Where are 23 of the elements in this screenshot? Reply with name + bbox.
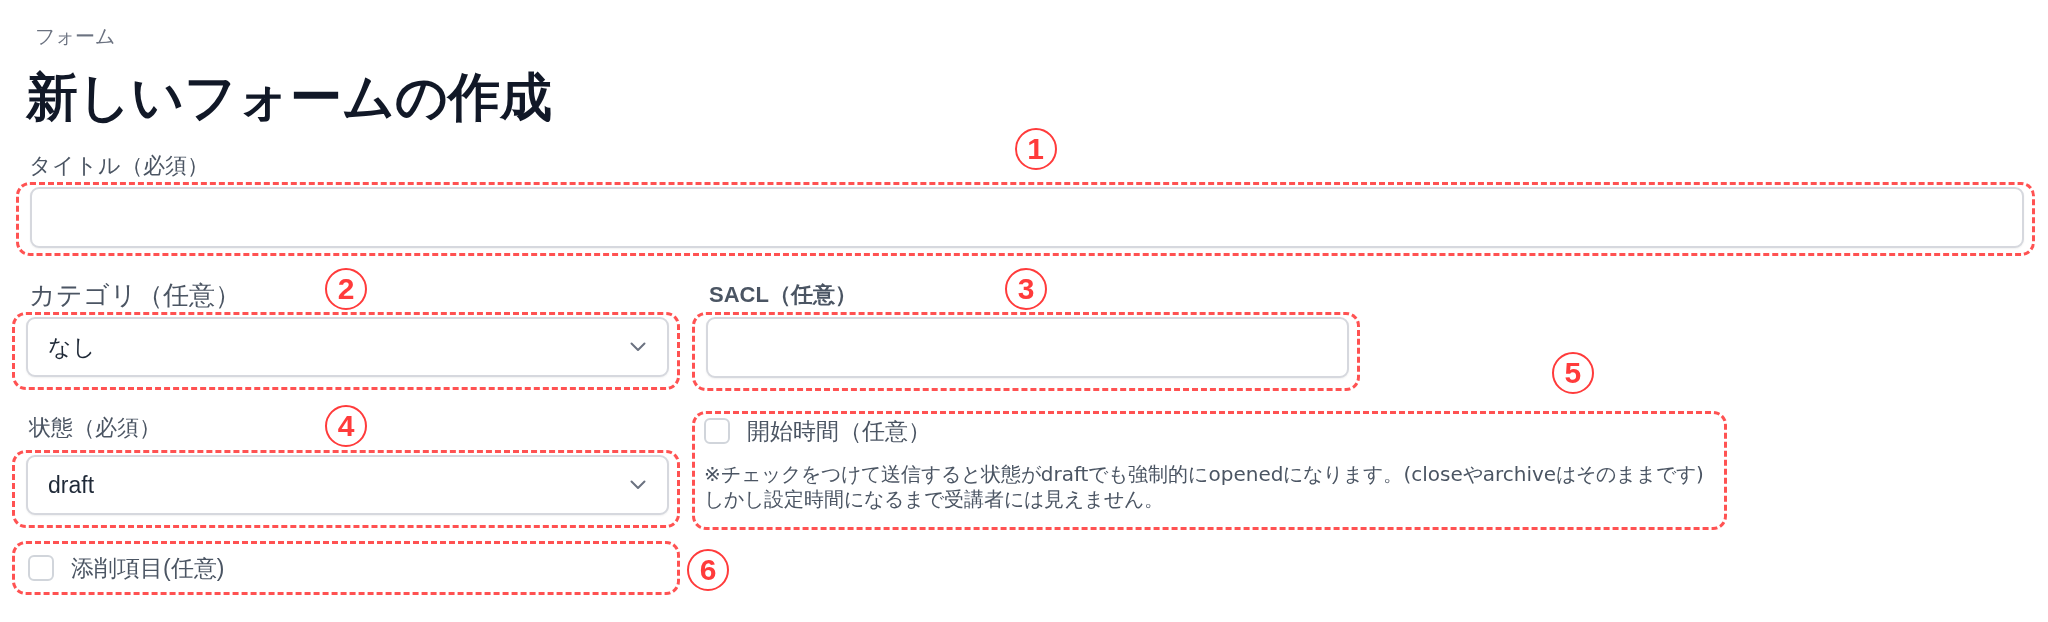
help-text: ※チェックをつけて送信すると状態がdraftでも強制的にopenedになります。(closeやarchiveはそのままです) しかし設定時間になるまで受講者には見えません。 — [704, 462, 1704, 512]
status-select[interactable]: draft — [26, 455, 669, 515]
annotation-number: 3 — [1005, 268, 1047, 310]
checkbox[interactable] — [704, 418, 730, 444]
chevron-down-icon — [630, 480, 646, 490]
breadcrumb-link[interactable]: フォーム — [35, 22, 115, 50]
field-label: タイトル（必須） — [29, 152, 209, 180]
annotation-number: 4 — [325, 405, 367, 447]
field-label: 状態（必須） — [29, 414, 161, 442]
field-label: SACL（任意） — [709, 281, 857, 309]
annotation-number: 2 — [325, 268, 367, 310]
field-label: カテゴリ（任意） — [29, 279, 241, 312]
checkbox-label: 添削項目(任意) — [71, 554, 225, 583]
checkbox[interactable] — [28, 555, 54, 581]
chevron-down-icon — [630, 342, 646, 352]
annotation-number: 1 — [1014, 128, 1057, 170]
title-input[interactable] — [30, 187, 2024, 248]
annotation-number: 5 — [1551, 352, 1594, 394]
annotation-number: 6 — [687, 549, 729, 591]
checkbox-label: 開始時間（任意） — [747, 417, 931, 446]
sacl-input[interactable] — [706, 317, 1349, 378]
category-select[interactable]: なし — [26, 317, 669, 377]
page-heading: 新しいフォームの作成 — [26, 67, 552, 127]
